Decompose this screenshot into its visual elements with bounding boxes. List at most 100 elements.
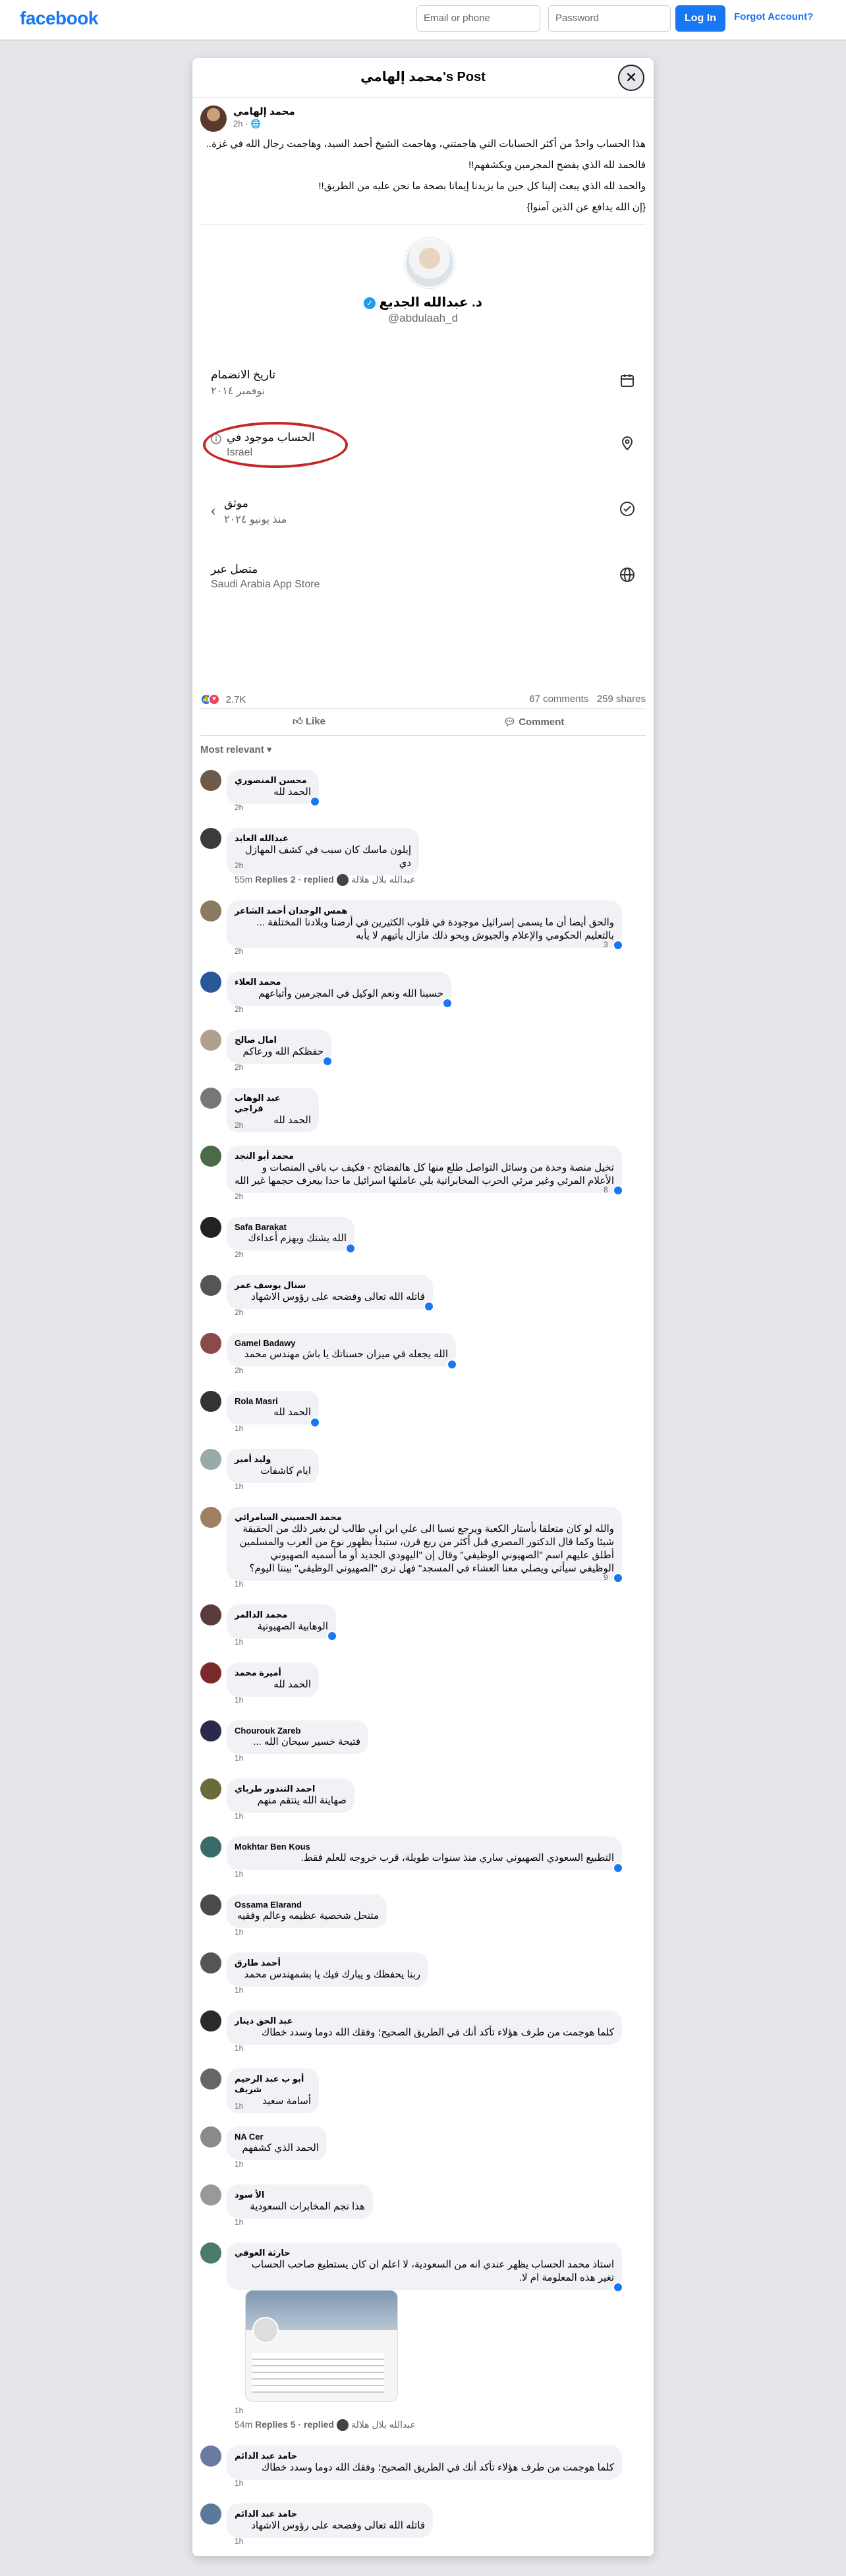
commenter-name[interactable]: أميرة محمد	[235, 1668, 311, 1678]
commenter-name[interactable]: حامد عبد الدائم	[235, 2451, 614, 2461]
comment-timestamp[interactable]: 2h	[235, 1005, 243, 1014]
commenter-name[interactable]: احمد التندور طرباي	[235, 1784, 347, 1794]
commenter-avatar[interactable]	[200, 1088, 221, 1109]
commenter-name[interactable]: محمد الدالمر	[235, 1610, 328, 1620]
commenter-avatar[interactable]	[200, 1662, 221, 1683]
comment-timestamp[interactable]: 1h	[235, 1424, 243, 1433]
replies-count[interactable]: Replies 5 · replied	[255, 2419, 334, 2430]
commenter-avatar[interactable]	[200, 972, 221, 993]
commenter-name[interactable]: Mokhtar Ben Kous	[235, 1842, 614, 1852]
commenter-avatar[interactable]	[200, 1030, 221, 1051]
login-button[interactable]: Log In	[675, 5, 725, 32]
commenter-name[interactable]: محمد الحسيني السامرائي	[235, 1512, 614, 1523]
commenter-avatar[interactable]	[200, 2503, 221, 2525]
shares-count[interactable]: 259 shares	[597, 693, 646, 705]
email-input[interactable]: Email or phone	[416, 5, 540, 32]
commenter-avatar[interactable]	[200, 1952, 221, 1974]
commenter-name[interactable]: عبد الحق دينار	[235, 2016, 614, 2026]
comment-timestamp[interactable]: 1h	[235, 2217, 243, 2227]
comment-timestamp[interactable]: 1h	[235, 1695, 243, 1705]
comment-timestamp[interactable]: 2h	[235, 1250, 243, 1259]
like-button[interactable]: 👍︎ Like	[293, 716, 325, 728]
commenter-avatar[interactable]	[200, 1275, 221, 1296]
commenter-avatar[interactable]	[200, 1720, 221, 1742]
comment-timestamp[interactable]: 1h	[235, 1753, 243, 1763]
comment-timestamp[interactable]: 1h	[235, 1869, 243, 1879]
comment-timestamp[interactable]: 1h	[235, 1637, 243, 1647]
password-input[interactable]: Password	[548, 5, 671, 32]
commenter-name[interactable]: Chourouk Zareb	[235, 1726, 360, 1736]
comment-timestamp[interactable]: 2h	[235, 947, 243, 956]
commenter-name[interactable]: محسن المنصوري	[235, 775, 311, 786]
commenter-avatar[interactable]	[200, 1391, 221, 1412]
comment-attached-screenshot[interactable]	[245, 2290, 398, 2402]
commenter-name[interactable]: عبدالله العابد	[235, 833, 411, 844]
author-avatar[interactable]	[200, 105, 227, 132]
comment-timestamp[interactable]: 1h	[235, 2159, 243, 2169]
commenter-avatar[interactable]	[200, 2010, 221, 2032]
author-name[interactable]: محمد إلهامي	[233, 105, 295, 117]
comment-timestamp[interactable]: 1h	[235, 1482, 243, 1491]
commenter-avatar[interactable]	[200, 1449, 221, 1470]
chevron-left-icon[interactable]: ‹	[211, 502, 215, 519]
reaction-summary[interactable]: 👍 ♥ 2.7K	[200, 693, 246, 705]
commenter-name[interactable]: Gamel Badawy	[235, 1338, 448, 1348]
commenter-avatar[interactable]	[200, 1778, 221, 1800]
comment-timestamp[interactable]: 1h	[235, 2101, 243, 2111]
sort-comments-dropdown[interactable]: Most relevant ▾	[200, 744, 271, 755]
comments-shares[interactable]: 67 comments 259 shares	[529, 693, 646, 705]
commenter-avatar[interactable]	[200, 1836, 221, 1858]
comments-count[interactable]: 67 comments	[529, 693, 588, 705]
close-icon[interactable]: ✕	[618, 65, 644, 91]
comment-timestamp[interactable]: 2h	[235, 1192, 243, 1201]
commenter-avatar[interactable]	[200, 1604, 221, 1625]
comment-timestamp[interactable]: 1h	[235, 1985, 243, 1995]
comment-timestamp[interactable]: 1h	[235, 2043, 243, 2053]
commenter-avatar[interactable]	[200, 2242, 221, 2264]
commenter-name[interactable]: أحمد طارق	[235, 1958, 420, 1968]
commenter-avatar[interactable]	[200, 1894, 221, 1916]
post-timestamp[interactable]: 2h · 🌐	[233, 119, 261, 129]
comment-timestamp[interactable]: 2h	[235, 1366, 243, 1375]
commenter-avatar[interactable]	[200, 900, 221, 922]
commenter-avatar[interactable]	[200, 2068, 221, 2090]
commenter-name[interactable]: وليد أمير	[235, 1454, 311, 1465]
view-replies-link[interactable]: 55m Replies 2 · replied عبدالله بلال هلال…	[235, 874, 416, 887]
commenter-avatar[interactable]	[200, 2445, 221, 2467]
commenter-name[interactable]: NA Cer	[235, 2132, 319, 2142]
view-replies-link[interactable]: 54m Replies 5 · replied عبدالله بلال هلال…	[235, 2419, 416, 2432]
commenter-name[interactable]: سنال يوسف عمر	[235, 1280, 425, 1291]
commenter-name[interactable]: أبو ب عبد الرحيم شريف	[235, 2074, 311, 2095]
comment-timestamp[interactable]: 2h	[235, 1308, 243, 1317]
comment-timestamp[interactable]: 2h	[235, 1063, 243, 1072]
replies-count[interactable]: Replies 2 · replied	[255, 874, 334, 885]
commenter-name[interactable]: امال صالح	[235, 1035, 324, 1045]
commenter-avatar[interactable]	[200, 770, 221, 791]
comment-timestamp[interactable]: 2h	[235, 861, 243, 870]
commenter-avatar[interactable]	[200, 2126, 221, 2148]
commenter-avatar[interactable]	[200, 828, 221, 849]
commenter-name[interactable]: همس الوجدان أحمد الشاعر	[235, 906, 614, 916]
commenter-avatar[interactable]	[200, 1217, 221, 1238]
commenter-name[interactable]: Safa Barakat	[235, 1222, 347, 1232]
comment-timestamp[interactable]: 1h	[235, 2536, 243, 2546]
commenter-name[interactable]: عبد الوهاب فراجي	[235, 1093, 311, 1114]
facebook-logo[interactable]: facebook	[20, 8, 98, 29]
comment-button[interactable]: 💬︎ Comment	[503, 716, 564, 728]
commenter-name[interactable]: حارثة العوفي	[235, 2248, 614, 2258]
commenter-name[interactable]: الأ سود	[235, 2190, 365, 2200]
forgot-account-link[interactable]: Forgot Account?	[734, 11, 813, 22]
comment-timestamp[interactable]: 1h	[235, 2478, 243, 2488]
commenter-name[interactable]: Ossama Elarand	[235, 1900, 379, 1910]
comment-timestamp[interactable]: 2h	[235, 803, 243, 812]
comment-timestamp[interactable]: 1h	[235, 1811, 243, 1821]
comment-timestamp[interactable]: 1h	[235, 1927, 243, 1937]
comment-timestamp[interactable]: 2h	[235, 1121, 243, 1130]
commenter-avatar[interactable]	[200, 2184, 221, 2206]
commenter-avatar[interactable]	[200, 1333, 221, 1354]
commenter-avatar[interactable]	[200, 1507, 221, 1528]
commenter-name[interactable]: حامد عبد الدائم	[235, 2509, 425, 2519]
comment-timestamp[interactable]: 1h	[235, 2406, 243, 2415]
commenter-name[interactable]: محمد العلاء	[235, 977, 443, 987]
comment-timestamp[interactable]: 1h	[235, 1579, 243, 1589]
